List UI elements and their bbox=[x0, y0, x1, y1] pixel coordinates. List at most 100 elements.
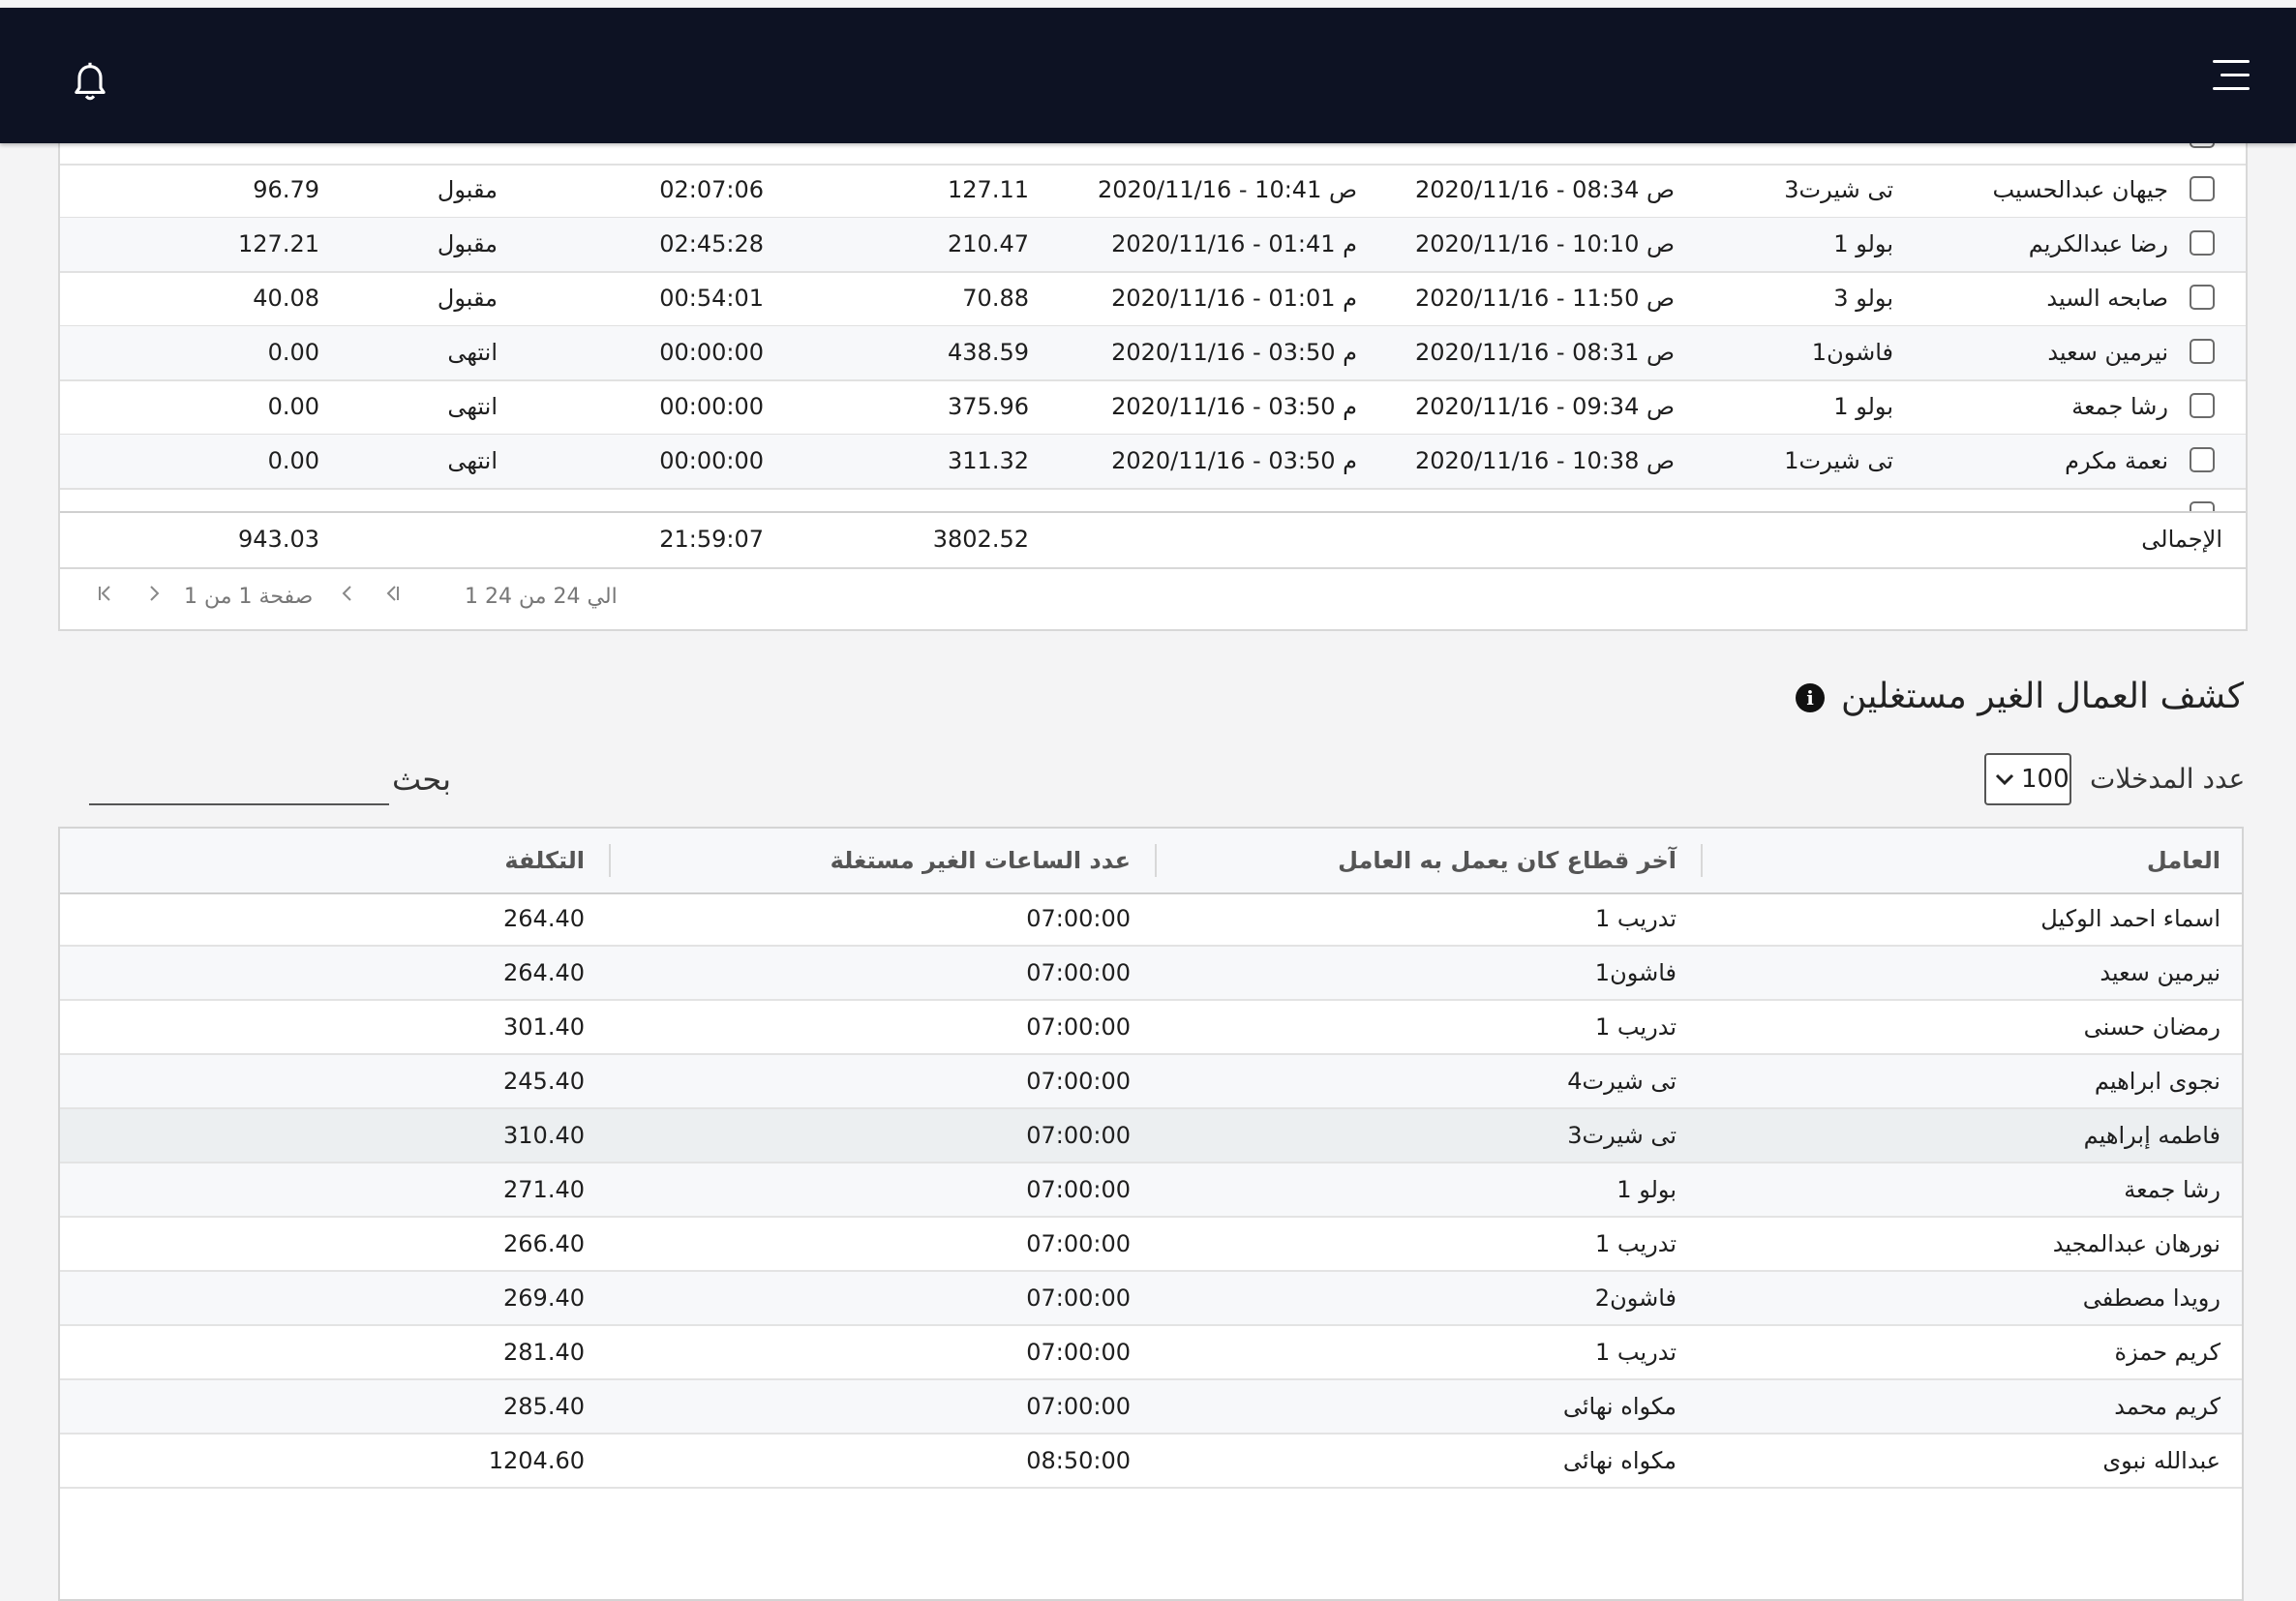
start-time: 2020/11/16 - 11:50 ص bbox=[1414, 285, 1675, 312]
sector: تدريب 1 bbox=[1594, 1013, 1677, 1041]
end-time: 2020/11/16 - 01:01 م bbox=[1111, 285, 1357, 312]
sector: فاشون1 bbox=[1811, 339, 1893, 366]
table-row: رشا جمعة بولو 1 2020/11/16 - 09:34 ص 202… bbox=[60, 380, 2246, 436]
totals-cost: 3802.52 bbox=[932, 526, 1029, 553]
sector: فاشون1 bbox=[1594, 959, 1677, 986]
row-checkbox[interactable] bbox=[2190, 230, 2215, 256]
worker-name: رشا جمعة bbox=[2071, 393, 2168, 420]
last-page-icon[interactable] bbox=[95, 583, 116, 613]
search-input[interactable] bbox=[89, 763, 389, 805]
value: 127.21 bbox=[238, 230, 319, 257]
end-time: 2020/11/16 - 03:50 م bbox=[1111, 339, 1357, 366]
col-idle-hours[interactable]: عدد الساعات الغير مستغلة bbox=[831, 829, 1131, 892]
worker-name: نيرمين سعيد bbox=[2047, 339, 2168, 366]
entries-label: عدد المدخلات bbox=[2090, 763, 2246, 795]
idle-workers-table: العامل آخر قطاع كان يعمل به العامل عدد ا… bbox=[58, 827, 2244, 1601]
prev-page-icon[interactable] bbox=[337, 583, 358, 613]
table-row: نورهان عبدالمجيد تدريب 1 07:00:00 266.40 bbox=[60, 1218, 2242, 1272]
end-time: 2020/11/16 - 03:50 م bbox=[1111, 393, 1357, 420]
value: 0.00 bbox=[267, 447, 319, 474]
status: انتهى bbox=[447, 393, 498, 420]
cost: 269.40 bbox=[503, 1284, 585, 1312]
worker-name: نعمة مكرم bbox=[2065, 447, 2168, 474]
hours: 07:00:00 bbox=[1026, 1230, 1131, 1257]
worker: رمضان حسنى bbox=[2083, 1013, 2220, 1041]
cost: 301.40 bbox=[503, 1013, 585, 1041]
table-row: كريم محمد مكواه نهائى 07:00:00 285.40 bbox=[60, 1380, 2242, 1435]
bell-icon[interactable] bbox=[72, 62, 108, 105]
sector: تى شيرت4 bbox=[1567, 1068, 1677, 1095]
worker: رويدا مصطفى bbox=[2082, 1284, 2220, 1312]
row-checkbox[interactable] bbox=[2190, 339, 2215, 364]
status: مقبول bbox=[437, 176, 498, 203]
cost: 281.40 bbox=[503, 1339, 585, 1366]
table-row: رضا عبدالكريم بولو 1 2020/11/16 - 10:10 … bbox=[60, 218, 2246, 273]
duration: 00:00:00 bbox=[659, 447, 764, 474]
cost: 311.32 bbox=[948, 447, 1029, 474]
table-row: صابحه السيد بولو 3 2020/11/16 - 11:50 ص … bbox=[60, 272, 2246, 327]
value: 40.08 bbox=[253, 285, 319, 312]
end-time: 2020/11/16 - 03:50 م bbox=[1111, 447, 1357, 474]
worker: كريم حمزة bbox=[2114, 1339, 2220, 1366]
duration: 02:45:28 bbox=[659, 230, 764, 257]
cost: 375.96 bbox=[948, 393, 1029, 420]
cost: 70.88 bbox=[962, 285, 1029, 312]
worker: رشا جمعة bbox=[2124, 1176, 2220, 1203]
table-row: نجوى ابراهيم تى شيرت4 07:00:00 245.40 bbox=[60, 1055, 2242, 1109]
table-row: عبدالله نبوى مكواه نهائى 08:50:00 1204.6… bbox=[60, 1435, 2242, 1489]
hours: 07:00:00 bbox=[1026, 905, 1131, 932]
hours: 07:00:00 bbox=[1026, 1176, 1131, 1203]
totals-time: 21:59:07 bbox=[659, 526, 764, 553]
sector: تى شيرت3 bbox=[1567, 1122, 1677, 1149]
status: انتهى bbox=[447, 339, 498, 366]
duration: 00:00:00 bbox=[659, 339, 764, 366]
cost: 271.40 bbox=[503, 1176, 585, 1203]
section-title: كشف العمال الغير مستغلين bbox=[1840, 677, 2244, 716]
cost: 266.40 bbox=[503, 1230, 585, 1257]
row-checkbox[interactable] bbox=[2190, 447, 2215, 472]
next-page-icon[interactable] bbox=[143, 583, 165, 613]
start-time: 2020/11/16 - 10:38 ص bbox=[1414, 447, 1675, 474]
value: 96.79 bbox=[253, 176, 319, 203]
cost: 245.40 bbox=[503, 1068, 585, 1095]
info-icon[interactable]: i bbox=[1796, 683, 1825, 712]
hours: 07:00:00 bbox=[1026, 959, 1131, 986]
hamburger-icon[interactable] bbox=[2213, 60, 2250, 91]
hours: 07:00:00 bbox=[1026, 1013, 1131, 1041]
first-page-icon[interactable] bbox=[381, 583, 403, 613]
value: 0.00 bbox=[267, 339, 319, 366]
table-row: جيهان عبدالحسيب تى شيرت3 2020/11/16 - 08… bbox=[60, 164, 2246, 219]
worker: فاطمه إبراهيم bbox=[2083, 1122, 2220, 1149]
table-row: رشا جمعة بولو 1 07:00:00 271.40 bbox=[60, 1163, 2242, 1218]
worker-name: صابحه السيد bbox=[2046, 285, 2168, 312]
table-row: رمضان حسنى تدريب 1 07:00:00 301.40 bbox=[60, 1001, 2242, 1055]
entries-value: 100 bbox=[2021, 765, 2069, 794]
worker: نيرمين سعيد bbox=[2100, 959, 2220, 986]
duration: 00:54:01 bbox=[659, 285, 764, 312]
sector: بولو 1 bbox=[1616, 1176, 1677, 1203]
hours: 07:00:00 bbox=[1026, 1068, 1131, 1095]
status: مقبول bbox=[437, 285, 498, 312]
start-time: 2020/11/16 - 10:10 ص bbox=[1414, 230, 1675, 257]
cost: 438.59 bbox=[948, 339, 1029, 366]
row-checkbox[interactable] bbox=[2190, 393, 2215, 418]
sector: مكواه نهائى bbox=[1562, 1393, 1677, 1420]
totals-label: الإجمالى bbox=[2141, 526, 2222, 553]
worker-name: جيهان عبدالحسيب bbox=[1992, 176, 2168, 203]
col-cost[interactable]: التكلفة bbox=[504, 829, 585, 892]
entries-select[interactable]: 100 bbox=[1984, 753, 2071, 805]
cost: 1204.60 bbox=[488, 1447, 585, 1474]
table-row: نيرمين سعيد فاشون1 07:00:00 264.40 bbox=[60, 947, 2242, 1001]
cost: 310.40 bbox=[503, 1122, 585, 1149]
start-time: 2020/11/16 - 09:34 ص bbox=[1414, 393, 1675, 420]
row-checkbox[interactable] bbox=[2190, 285, 2215, 310]
worker: كريم محمد bbox=[2114, 1393, 2220, 1420]
row-checkbox[interactable] bbox=[2190, 176, 2215, 201]
col-worker[interactable]: العامل bbox=[2147, 829, 2220, 892]
pagination: صفحة 1 من 1 1 الي 24 من 24 bbox=[60, 567, 2246, 627]
start-time: 2020/11/16 - 08:34 ص bbox=[1414, 176, 1675, 203]
table-row: نيرمين سعيد فاشون1 2020/11/16 - 08:31 ص … bbox=[60, 326, 2246, 381]
col-last-sector[interactable]: آخر قطاع كان يعمل به العامل bbox=[1338, 829, 1677, 892]
sector: مكواه نهائى bbox=[1562, 1447, 1677, 1474]
sector: بولو 1 bbox=[1833, 230, 1893, 257]
